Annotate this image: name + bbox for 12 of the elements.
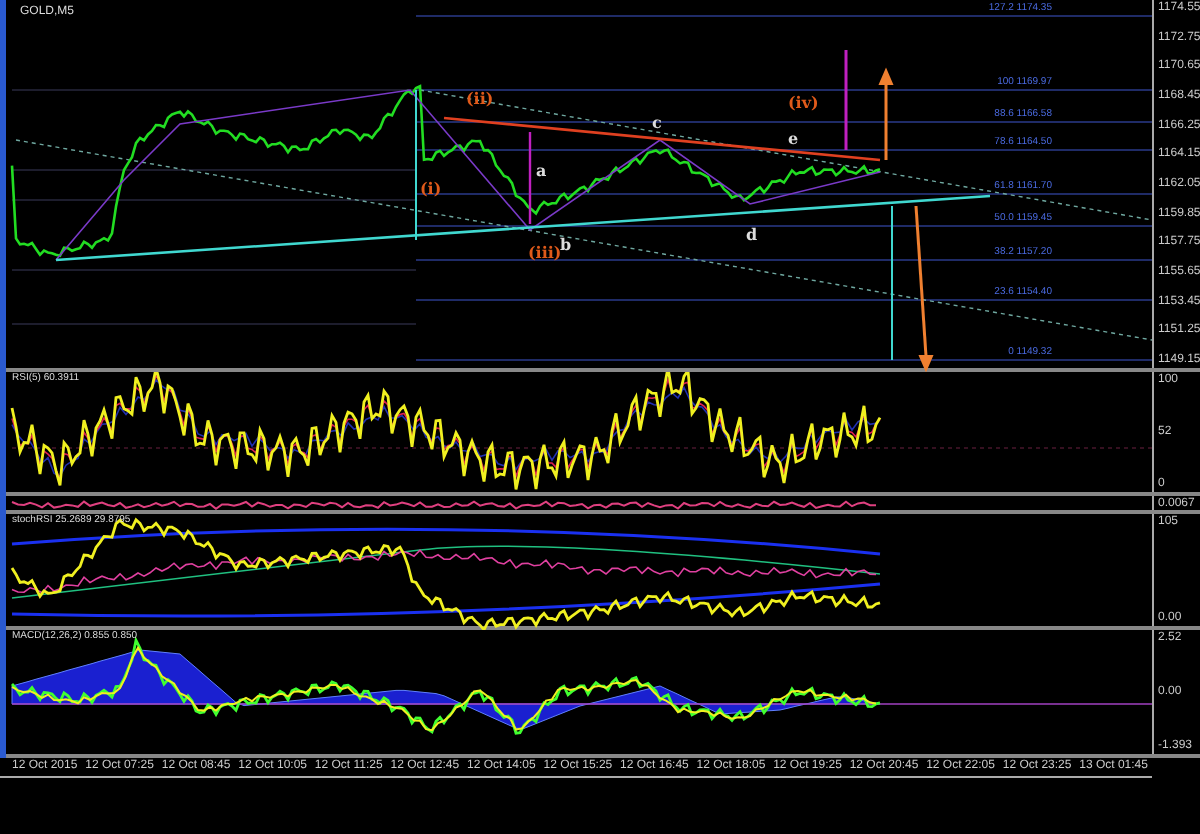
wave-label: (iv) (788, 94, 819, 110)
wave-label: c (652, 114, 662, 130)
wave-label: (i) (420, 180, 442, 196)
wave-label: b (560, 236, 572, 252)
up-arrow (878, 67, 894, 160)
wave-label: (iii) (528, 244, 562, 260)
wave-label: (ii) (466, 90, 494, 106)
wave-label: a (536, 162, 547, 178)
wave-label: d (746, 226, 758, 242)
vertical-line (528, 132, 532, 224)
vertical-line (844, 50, 848, 150)
wave-label: e (788, 130, 799, 146)
